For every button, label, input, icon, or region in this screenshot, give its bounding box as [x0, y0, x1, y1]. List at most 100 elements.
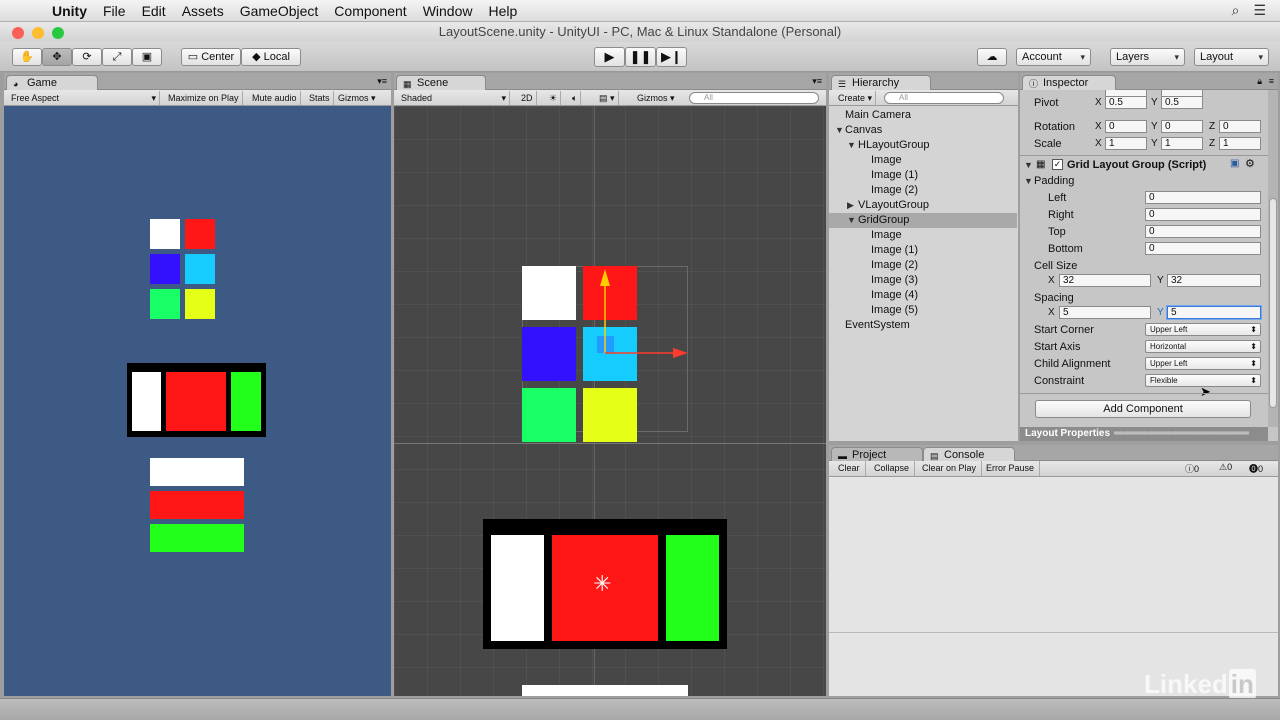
- hierarchy-item-eventsystem[interactable]: EventSystem: [829, 318, 1017, 333]
- menu-edit[interactable]: Edit: [134, 3, 174, 19]
- game-view[interactable]: [4, 106, 391, 696]
- rect-tool-button[interactable]: ▣: [132, 48, 162, 66]
- layout-properties-bar[interactable]: Layout Properties ══════════════════════: [1020, 427, 1268, 441]
- component-enabled-checkbox[interactable]: ✓: [1052, 159, 1063, 170]
- menu-help[interactable]: Help: [480, 3, 525, 19]
- spotlight-search-icon[interactable]: ⌕: [1232, 2, 1240, 19]
- aspect-dropdown[interactable]: Free Aspect ▾: [8, 91, 160, 105]
- inspector-scrollbar[interactable]: [1268, 90, 1278, 427]
- notification-list-icon[interactable]: ☰: [1253, 2, 1266, 19]
- panel-menu-icon[interactable]: ▾≡: [377, 76, 387, 87]
- padding-bottom-field[interactable]: 0: [1145, 242, 1261, 255]
- play-button[interactable]: ▶: [594, 47, 625, 67]
- cloud-button[interactable]: ☁: [977, 48, 1007, 66]
- menu-unity[interactable]: Unity: [44, 3, 95, 19]
- menu-component[interactable]: Component: [326, 3, 414, 19]
- lighting-toggle[interactable]: ☀: [546, 91, 562, 105]
- pivot-x-field[interactable]: 0.5: [1105, 96, 1147, 109]
- cell-size-x-field[interactable]: 32: [1059, 274, 1151, 287]
- scene-hlayout-group-box[interactable]: ✳: [483, 519, 727, 649]
- menu-window[interactable]: Window: [415, 3, 481, 19]
- tab-scene[interactable]: ▦ Scene: [396, 75, 486, 90]
- panel-menu-icon[interactable]: ≡: [1269, 76, 1274, 86]
- expand-down-icon[interactable]: ▼: [835, 123, 844, 138]
- padding-top-field[interactable]: 0: [1145, 225, 1261, 238]
- hierarchy-item-vlayoutgroup[interactable]: ▶ VLayoutGroup: [829, 198, 1017, 213]
- spacing-y-field[interactable]: 5: [1167, 306, 1261, 319]
- hierarchy-item-grid-image-3[interactable]: Image (3): [829, 273, 1017, 288]
- add-component-button[interactable]: Add Component: [1035, 400, 1251, 418]
- hierarchy-item-grid-image-5[interactable]: Image (5): [829, 303, 1017, 318]
- pivot-y-field[interactable]: 0.5: [1161, 96, 1203, 109]
- console-info-filter[interactable]: ⓘ0: [1185, 462, 1199, 475]
- hierarchy-item-grid-image-4[interactable]: Image (4): [829, 288, 1017, 303]
- hierarchy-item-image[interactable]: Image: [829, 153, 1017, 168]
- step-button[interactable]: ▶❙: [656, 47, 687, 67]
- scale-x-field[interactable]: 1: [1105, 137, 1147, 150]
- help-book-icon[interactable]: ▣: [1230, 158, 1239, 169]
- menu-gameobject[interactable]: GameObject: [232, 3, 327, 19]
- console-clear-on-play-button[interactable]: Clear on Play: [917, 461, 983, 476]
- tab-inspector[interactable]: ⓘ Inspector: [1022, 75, 1116, 90]
- scene-search-input[interactable]: All: [689, 92, 819, 104]
- menu-assets[interactable]: Assets: [174, 3, 232, 19]
- scene-vlayout-image-white[interactable]: [522, 685, 688, 696]
- console-warning-filter[interactable]: ⚠0: [1219, 462, 1232, 473]
- scene-view[interactable]: ✳: [394, 106, 826, 696]
- padding-left-field[interactable]: 0: [1145, 191, 1261, 204]
- close-window-icon[interactable]: [12, 27, 24, 39]
- account-dropdown[interactable]: Account: [1016, 48, 1091, 66]
- rotation-x-field[interactable]: 0: [1105, 120, 1147, 133]
- effects-dropdown[interactable]: ▤ ▾: [596, 91, 619, 105]
- rotate-tool-button[interactable]: ⟳: [72, 48, 102, 66]
- tab-project[interactable]: ▬ Project: [831, 447, 923, 462]
- game-gizmos-dropdown[interactable]: Gizmos ▾: [335, 91, 379, 105]
- layout-dropdown[interactable]: Layout: [1194, 48, 1269, 66]
- pivot-center-button[interactable]: ▭ Center: [181, 48, 241, 66]
- panel-menu-icon[interactable]: ▾≡: [812, 76, 822, 87]
- rotation-z-field[interactable]: 0: [1219, 120, 1261, 133]
- hierarchy-item-gridgroup[interactable]: ▼ GridGroup: [829, 213, 1017, 228]
- audio-toggle[interactable]: 🔈︎: [569, 91, 582, 105]
- inspector-scrollbar-thumb[interactable]: [1269, 198, 1277, 408]
- padding-foldout-icon[interactable]: ▼: [1024, 176, 1033, 186]
- start-corner-dropdown[interactable]: Upper Left: [1145, 323, 1261, 336]
- start-axis-dropdown[interactable]: Horizontal: [1145, 340, 1261, 353]
- child-alignment-dropdown[interactable]: Upper Left: [1145, 357, 1261, 370]
- scale-tool-button[interactable]: ⤢: [102, 48, 132, 66]
- tab-console[interactable]: ▤ Console: [923, 447, 1015, 462]
- cell-size-y-field[interactable]: 32: [1167, 274, 1261, 287]
- scale-y-field[interactable]: 1: [1161, 137, 1203, 150]
- lock-icon[interactable]: 🔒︎: [1257, 76, 1262, 87]
- hierarchy-item-grid-image[interactable]: Image: [829, 228, 1017, 243]
- hierarchy-item-canvas[interactable]: ▼ Canvas: [829, 123, 1017, 138]
- rotation-y-field[interactable]: 0: [1161, 120, 1203, 133]
- shading-dropdown[interactable]: Shaded ▾: [398, 91, 510, 105]
- hand-tool-button[interactable]: ✋: [12, 48, 42, 66]
- hierarchy-item-image-2[interactable]: Image (2): [829, 183, 1017, 198]
- scene-hlayout-image-white[interactable]: [491, 535, 544, 641]
- menu-file[interactable]: File: [95, 3, 134, 19]
- hierarchy-item-hlayoutgroup[interactable]: ▼ HLayoutGroup: [829, 138, 1017, 153]
- hierarchy-search-input[interactable]: All: [884, 92, 1004, 104]
- expand-down-icon[interactable]: ▼: [847, 138, 856, 153]
- zoom-window-icon[interactable]: [52, 27, 64, 39]
- hierarchy-item-image-1[interactable]: Image (1): [829, 168, 1017, 183]
- hierarchy-item-grid-image-1[interactable]: Image (1): [829, 243, 1017, 258]
- minimize-window-icon[interactable]: [32, 27, 44, 39]
- padding-right-field[interactable]: 0: [1145, 208, 1261, 221]
- expand-right-icon[interactable]: ▶: [847, 198, 854, 213]
- layers-dropdown[interactable]: Layers: [1110, 48, 1185, 66]
- scene-hlayout-image-green[interactable]: [666, 535, 719, 641]
- stats-toggle[interactable]: Stats: [306, 91, 334, 105]
- expand-down-icon[interactable]: ▼: [847, 213, 856, 228]
- mute-audio-toggle[interactable]: Mute audio: [249, 91, 301, 105]
- tab-game[interactable]: ◕ Game: [6, 75, 98, 90]
- console-log-area[interactable]: [829, 478, 1278, 633]
- 2d-toggle[interactable]: 2D: [518, 91, 537, 105]
- hierarchy-item-grid-image-2[interactable]: Image (2): [829, 258, 1017, 273]
- move-tool-button[interactable]: ✥: [42, 48, 72, 66]
- console-error-pause-button[interactable]: Error Pause: [981, 461, 1041, 476]
- console-error-filter[interactable]: ⓿0: [1249, 462, 1263, 475]
- scale-z-field[interactable]: 1: [1219, 137, 1261, 150]
